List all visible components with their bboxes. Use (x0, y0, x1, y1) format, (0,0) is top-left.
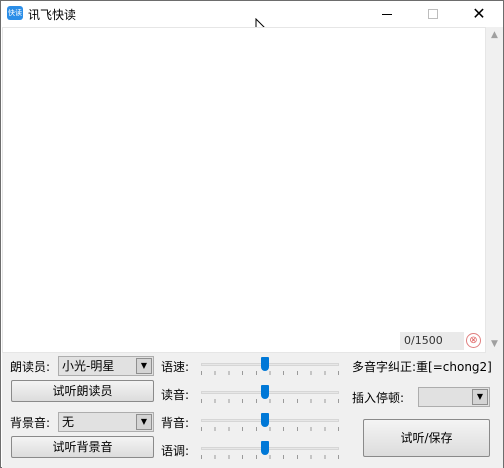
window-title: 讯飞快读 (28, 8, 77, 22)
minimize-button[interactable] (364, 1, 410, 27)
title-bar[interactable]: 快读 讯飞快读 ✕ (1, 1, 503, 27)
chevron-down-icon: ▼ (472, 389, 488, 405)
text-input-area[interactable] (2, 27, 486, 353)
preview-save-button[interactable]: 试听/保存 (363, 419, 490, 457)
character-counter: 0/1500 (400, 332, 464, 350)
scroll-up-icon[interactable]: ▲ (486, 27, 503, 44)
chevron-down-icon: ▼ (136, 414, 152, 430)
slider-ticks (201, 399, 339, 403)
polyphone-example: 重[=chong2] (416, 360, 492, 374)
slider-thumb[interactable] (261, 357, 269, 371)
reader-select-value: 小光-明星 (62, 359, 115, 373)
preview-background-button[interactable]: 试听背景音 (11, 436, 154, 458)
pronunciation-label: 读音: (161, 388, 190, 402)
control-panel: 朗读员: 小光-明星 ▼ 试听朗读员 背景音: 无 ▼ 试听背景音 语速: 读音… (2, 353, 503, 468)
maximize-icon (428, 9, 438, 19)
pause-label: 插入停顿: (352, 391, 405, 405)
app-window: 快读 讯飞快读 ✕ ▲ ▼ 0/1500 ⊗ 朗读员: 小光-明星 ▼ 试听朗读… (0, 0, 504, 468)
reader-select[interactable]: 小光-明星 ▼ (58, 356, 154, 376)
reader-label: 朗读员: (10, 360, 51, 374)
slider-ticks (201, 371, 339, 375)
background-label: 背景音: (10, 416, 51, 430)
minimize-icon (382, 14, 392, 15)
slider-track (201, 363, 339, 366)
slider-thumb[interactable] (261, 385, 269, 399)
clear-text-icon[interactable]: ⊗ (466, 333, 481, 348)
background-volume-label: 背音: (161, 416, 190, 430)
close-button[interactable]: ✕ (456, 1, 502, 27)
background-select-value: 无 (62, 415, 75, 429)
slider-ticks (201, 427, 339, 431)
slider-thumb[interactable] (261, 441, 269, 455)
vertical-scrollbar[interactable]: ▲ ▼ (486, 27, 503, 353)
pronunciation-slider[interactable] (201, 383, 339, 403)
preview-reader-button[interactable]: 试听朗读员 (11, 380, 154, 402)
polyphone-label-text: 多音字纠正: (352, 360, 417, 374)
slider-thumb[interactable] (261, 413, 269, 427)
scroll-down-icon[interactable]: ▼ (486, 336, 503, 353)
slider-track (201, 447, 339, 450)
background-volume-slider[interactable] (201, 411, 339, 431)
polyphone-label: 多音字纠正:重[=chong2] (352, 358, 492, 375)
maximize-button[interactable] (410, 1, 456, 27)
slider-track (201, 391, 339, 394)
slider-track (201, 419, 339, 422)
background-select[interactable]: 无 ▼ (58, 412, 154, 432)
close-icon: ✕ (472, 4, 486, 23)
speed-label: 语速: (161, 360, 190, 374)
slider-ticks (201, 455, 339, 459)
pitch-label: 语调: (161, 444, 190, 458)
pitch-slider[interactable] (201, 439, 339, 459)
pause-select[interactable]: ▼ (418, 387, 490, 407)
chevron-down-icon: ▼ (136, 358, 152, 374)
app-logo-icon: 快读 (7, 6, 23, 20)
speed-slider[interactable] (201, 355, 339, 375)
